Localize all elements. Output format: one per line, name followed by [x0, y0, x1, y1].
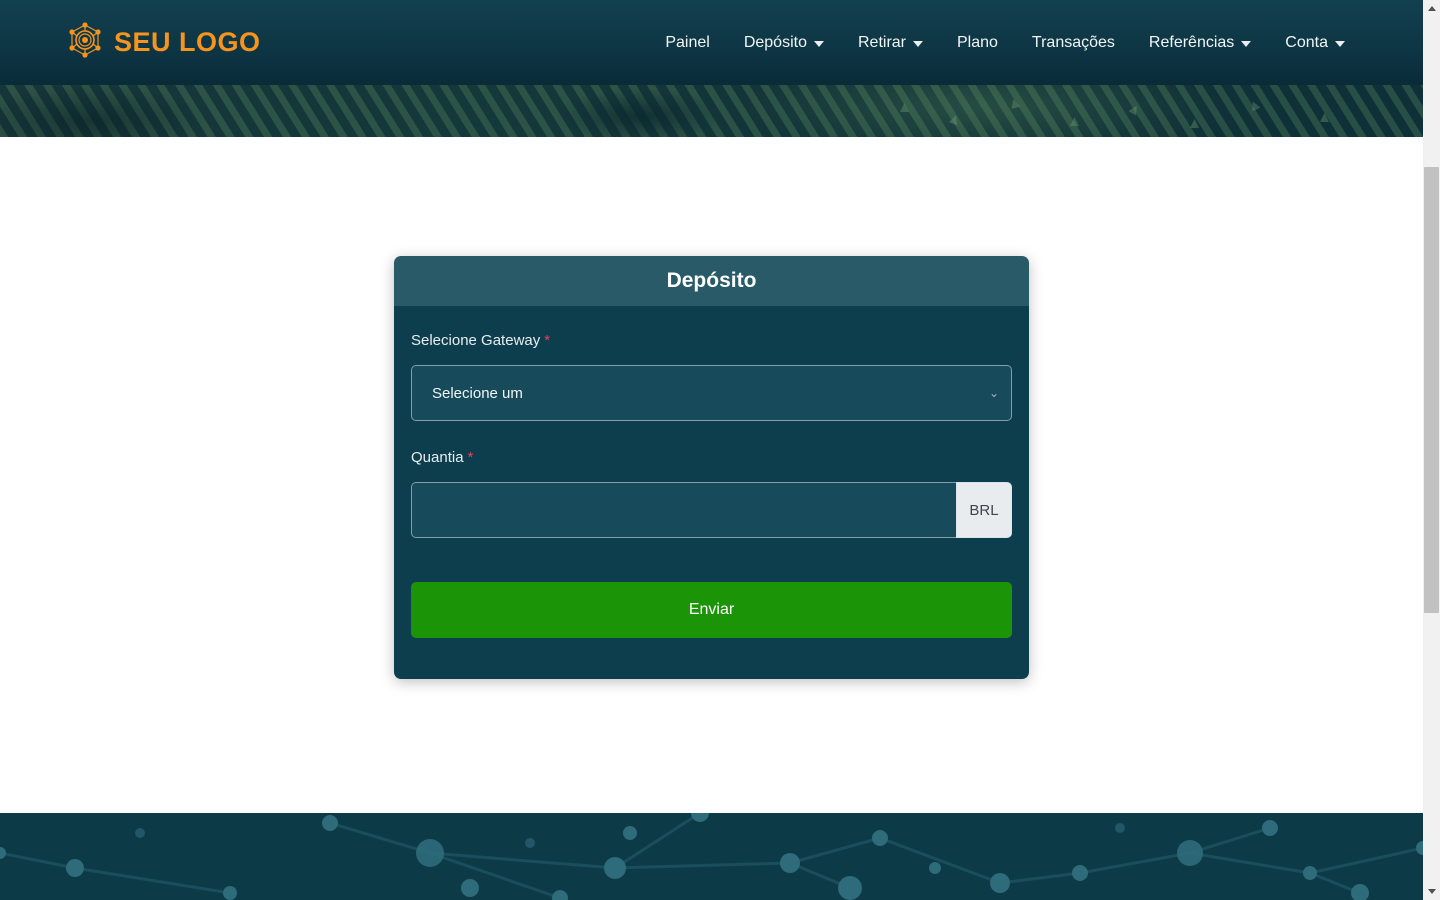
brand-logo[interactable]: SEU LOGO	[64, 19, 261, 66]
nav-label: Conta	[1285, 34, 1328, 52]
submit-button[interactable]: Enviar	[411, 582, 1012, 638]
vertical-scrollbar[interactable]	[1423, 0, 1440, 900]
required-asterisk: *	[544, 332, 550, 349]
decor	[1190, 119, 1199, 128]
nav-label: Plano	[957, 34, 998, 52]
required-asterisk: *	[468, 449, 474, 466]
gateway-select-value: Selecione um	[432, 385, 523, 402]
scroll-down-button[interactable]	[1423, 883, 1440, 900]
decor	[900, 103, 909, 112]
currency-addon: BRL	[956, 482, 1012, 538]
browser-viewport: SEU LOGO Painel Depósito Retirar Plano	[0, 0, 1440, 900]
network-coin-icon	[64, 19, 106, 66]
scrollbar-thumb[interactable]	[1424, 167, 1439, 613]
nav-item-transacoes[interactable]: Transações	[1032, 34, 1115, 52]
top-navbar: SEU LOGO Painel Depósito Retirar Plano	[0, 0, 1423, 85]
brand-name: SEU LOGO	[114, 27, 261, 58]
nav-label: Painel	[665, 34, 709, 52]
gateway-label: Selecione Gateway*	[411, 332, 1012, 349]
chevron-down-icon	[913, 41, 923, 47]
arrow-up-icon	[1428, 6, 1436, 11]
deposit-card-body: Selecione Gateway* Selecione um ⌄ Quanti…	[394, 306, 1029, 679]
network-plexus-graphic	[0, 813, 1423, 900]
gateway-select[interactable]: Selecione um ⌄	[411, 365, 1012, 421]
amount-label: Quantia*	[411, 449, 1012, 466]
decor	[1009, 98, 1020, 109]
nav-label: Depósito	[744, 34, 807, 52]
deposit-card-header: Depósito	[394, 256, 1029, 306]
arrow-down-icon	[1428, 889, 1436, 894]
chevron-down-icon	[1335, 41, 1345, 47]
decor	[1320, 113, 1329, 122]
nav-item-referencias[interactable]: Referências	[1149, 34, 1251, 52]
nav-label: Retirar	[858, 34, 906, 52]
decor	[1249, 100, 1261, 112]
card-title: Depósito	[667, 269, 757, 293]
nav-item-conta[interactable]: Conta	[1285, 34, 1345, 52]
nav-item-painel[interactable]: Painel	[665, 34, 709, 52]
chevron-down-icon	[1241, 41, 1251, 47]
chevron-down-icon: ⌄	[989, 387, 999, 399]
amount-input[interactable]	[411, 482, 956, 538]
page: SEU LOGO Painel Depósito Retirar Plano	[0, 0, 1423, 900]
amount-label-text: Quantia	[411, 449, 464, 466]
gateway-label-text: Selecione Gateway	[411, 332, 540, 349]
nav-label: Referências	[1149, 34, 1234, 52]
nav-label: Transações	[1032, 34, 1115, 52]
scroll-up-button[interactable]	[1423, 0, 1440, 17]
deposit-card: Depósito Selecione Gateway* Selecione um…	[394, 256, 1029, 679]
main-content: Depósito Selecione Gateway* Selecione um…	[0, 137, 1423, 813]
chevron-down-icon	[814, 41, 824, 47]
decor	[1070, 117, 1079, 126]
footer-banner-image	[0, 813, 1423, 900]
nav-item-retirar[interactable]: Retirar	[858, 34, 923, 52]
nav-item-deposito[interactable]: Depósito	[744, 34, 824, 52]
main-nav: Painel Depósito Retirar Plano Transações	[665, 34, 1345, 52]
spacer	[411, 421, 1012, 449]
amount-input-group: BRL	[411, 482, 1012, 538]
hero-banner-image	[0, 85, 1423, 137]
nav-item-plano[interactable]: Plano	[957, 34, 998, 52]
spacer	[411, 538, 1012, 582]
decor	[949, 114, 961, 126]
decor	[1128, 103, 1140, 115]
